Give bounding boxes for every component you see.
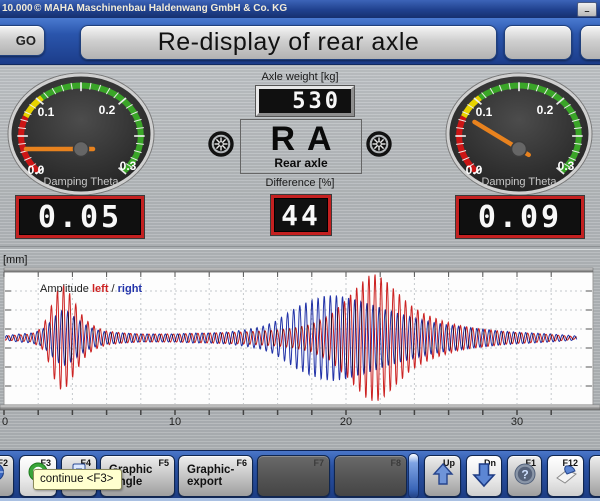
logo-text: GO (16, 33, 36, 48)
toolbar-separator[interactable] (408, 453, 419, 499)
svg-text:0.3: 0.3 (120, 159, 137, 173)
continue-tooltip: continue <F3> (33, 469, 122, 490)
svg-text:0.3: 0.3 (558, 159, 575, 173)
svg-text:10: 10 (169, 416, 181, 425)
page-title-panel: Re-display of rear axle (80, 25, 497, 60)
svg-text:0.2: 0.2 (537, 103, 554, 117)
f12-icon (548, 462, 583, 486)
axle-name: Rear axle (241, 157, 361, 169)
axle-indicator-box: RA Rear axle (240, 119, 362, 174)
svg-text:0.1: 0.1 (38, 105, 55, 119)
svg-text:Amplitude left / right: Amplitude left / right (40, 283, 142, 295)
function-key-label: F8 (390, 458, 401, 468)
svg-text:0.0: 0.0 (466, 163, 483, 177)
toolbar-button-f1[interactable]: F1? (507, 455, 542, 497)
svg-text:0: 0 (2, 416, 8, 425)
header-right-panel (504, 25, 572, 60)
function-key-label: F7 (313, 458, 324, 468)
toolbar-button-up[interactable]: Up (424, 455, 461, 497)
svg-text:0.1: 0.1 (476, 105, 493, 119)
dn-icon (467, 462, 501, 488)
wheel-left-icon (208, 131, 234, 157)
toolbar-button-f2[interactable]: F2 (0, 455, 14, 497)
toolbar-button-f8[interactable]: F8 (334, 455, 407, 497)
page-title: Re-display of rear axle (158, 28, 420, 57)
function-key-label: F5 (158, 458, 169, 468)
left-damping-gauge: 0.0 0.1 0.2 0.3Damping Theta (6, 72, 156, 197)
button-label: Graphic-export (187, 464, 234, 488)
maha-logo-chip: GO (0, 25, 45, 56)
right-damping-gauge: 0.0 0.1 0.2 0.3Damping Theta (444, 72, 594, 197)
waveform-chart: [mm] 0 10 20 30 Amplitude left / right (0, 250, 600, 425)
up-icon (425, 462, 460, 486)
function-key-toolbar: F2F3F4F5GraphicsingleF6Graphic-exportF7F… (0, 450, 600, 501)
left-damping-display: 0.05 (16, 196, 144, 238)
axle-weight-label: Axle weight [kg] (200, 71, 400, 83)
f2-icon (0, 462, 13, 482)
f1-icon: ? (508, 462, 541, 486)
function-key-label: F6 (236, 458, 247, 468)
svg-text:?: ? (521, 468, 528, 482)
toolbar-button-dn[interactable]: Dn (466, 455, 502, 497)
right-damping-display: 0.09 (456, 196, 584, 238)
toolbar-button-f7[interactable]: F7 (257, 455, 330, 497)
wheel-right-icon (366, 131, 392, 157)
svg-text:0.0: 0.0 (28, 163, 45, 177)
svg-text:0.2: 0.2 (99, 103, 116, 117)
copyright-text: © MAHA Maschinenbau Haldenwang GmbH & Co… (34, 0, 287, 18)
toolbar-button-f12[interactable]: F12 (547, 455, 584, 497)
minimize-icon: – (578, 7, 596, 16)
window-titlebar: 10.000 © MAHA Maschinenbau Haldenwang Gm… (0, 0, 600, 18)
toolbar-button-f6[interactable]: F6Graphic-export (178, 455, 253, 497)
svg-text:30: 30 (511, 416, 523, 425)
svg-text:Damping Theta: Damping Theta (43, 176, 119, 188)
minimize-button[interactable]: – (577, 2, 597, 17)
version-text: 10.000 (2, 0, 33, 18)
svg-text:[mm]: [mm] (3, 254, 27, 266)
header-edge-panel (580, 25, 600, 60)
toolbar-button-edge[interactable] (589, 455, 600, 497)
header-bar: GO Re-display of rear axle (0, 18, 600, 65)
axle-weight-display: 530 (256, 86, 354, 116)
difference-display: 44 (271, 195, 331, 235)
svg-text:Damping Theta: Damping Theta (481, 176, 557, 188)
svg-text:20: 20 (340, 416, 352, 425)
difference-label: Difference [%] (200, 177, 400, 189)
axle-code: RA (241, 121, 361, 157)
